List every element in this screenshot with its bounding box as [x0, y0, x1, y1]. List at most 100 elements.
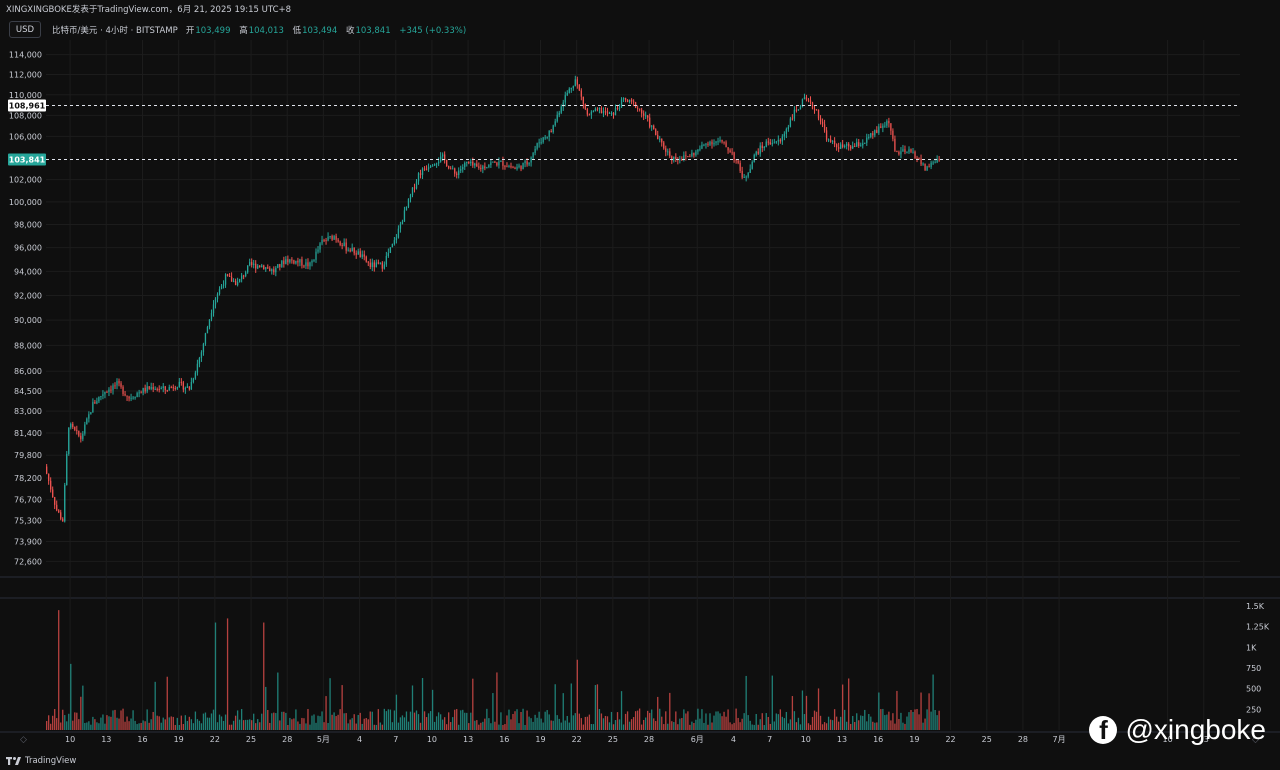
price-chart[interactable]: 72,600 73,900 75,300 76,700 78,200 79,800 81,4…	[0, 0, 1280, 770]
candle-body	[854, 146, 856, 148]
candle-body	[578, 84, 580, 91]
volume-bar	[174, 724, 176, 730]
x-tick-label: 22	[572, 735, 582, 744]
volume-bar	[936, 715, 938, 730]
candle-body	[152, 387, 154, 390]
volume-bar	[914, 709, 916, 730]
volume-bar	[548, 714, 550, 730]
volume-bar	[514, 711, 516, 730]
x-tick-label: 4	[357, 735, 362, 744]
candle-body	[359, 251, 361, 258]
candle-body	[476, 163, 478, 167]
volume-bar	[689, 724, 691, 730]
candle-body	[729, 150, 731, 153]
candle-body	[928, 166, 930, 168]
volume-tick-label: 1.5K	[1246, 602, 1265, 611]
volume-bar	[482, 721, 484, 730]
candle-body	[353, 247, 355, 254]
candle-body	[180, 381, 182, 383]
candle-body	[226, 274, 229, 277]
candle-body	[566, 92, 568, 96]
candle-body	[888, 121, 890, 124]
candle-body	[132, 397, 134, 399]
volume-bar	[154, 681, 156, 730]
volume-bar	[126, 716, 128, 730]
candle-body	[757, 151, 759, 154]
volume-bar	[168, 717, 170, 730]
candle-body	[462, 167, 464, 170]
volume-bar	[614, 720, 617, 730]
volume-bar	[878, 692, 880, 730]
candle-body	[522, 162, 524, 170]
candle-body	[763, 146, 765, 149]
y-tick-label: 75,300	[14, 516, 42, 525]
volume-bar	[846, 721, 848, 730]
volume-bar	[685, 713, 687, 730]
volume-bar	[723, 711, 725, 730]
candle-body	[347, 249, 349, 251]
volume-bar	[216, 722, 219, 730]
volume-bar	[383, 708, 386, 730]
volume-bar	[496, 672, 498, 730]
candle-body	[719, 139, 721, 142]
volume-bar	[444, 717, 446, 730]
candle-body	[721, 139, 723, 142]
volume-bar	[98, 723, 100, 730]
volume-bar	[476, 720, 478, 730]
volume-bar	[926, 709, 928, 730]
candle-body	[92, 402, 94, 413]
candle-body	[651, 125, 653, 127]
volume-bar	[876, 722, 878, 730]
volume-bar	[90, 724, 92, 730]
candle-body	[279, 264, 281, 267]
volume-bar	[88, 721, 90, 730]
volume-bar	[329, 678, 331, 730]
volume-bar	[854, 722, 856, 730]
volume-bar	[747, 715, 749, 730]
volume-bar	[249, 719, 251, 730]
volume-bar	[317, 715, 319, 730]
volume-bar	[255, 723, 257, 730]
price-level-label: 108,961	[9, 101, 46, 110]
candle-body	[896, 150, 898, 152]
volume-bar	[236, 710, 239, 730]
candle-body	[48, 473, 50, 481]
volume-bar	[673, 722, 675, 730]
volume-bar	[319, 716, 321, 730]
volume-bar	[391, 722, 394, 730]
volume-bar	[815, 711, 818, 730]
volume-bar	[373, 724, 375, 730]
volume-bar	[544, 711, 546, 730]
volume-bar	[178, 724, 180, 730]
volume-bar	[745, 675, 747, 730]
volume-bar	[759, 719, 761, 730]
volume-bar	[817, 688, 820, 730]
volume-bar	[512, 713, 514, 730]
volume-bar	[263, 622, 265, 730]
volume-bar	[66, 721, 68, 730]
candle-body	[932, 162, 934, 164]
volume-bar	[594, 685, 597, 730]
candle-body	[337, 239, 339, 242]
volume-bar	[456, 709, 458, 730]
candle-body	[341, 245, 343, 247]
candle-body	[214, 298, 217, 305]
candle-body	[892, 130, 894, 139]
candle-body	[749, 168, 751, 173]
candle-body	[222, 284, 225, 286]
volume-bar	[498, 724, 500, 730]
y-tick-label: 86,000	[14, 367, 42, 376]
volume-bar	[439, 714, 442, 730]
candle-body	[908, 149, 910, 152]
candle-body	[441, 154, 444, 157]
x-tick-label: 7月	[1053, 735, 1066, 744]
candle-body	[645, 115, 647, 117]
candle-body	[212, 304, 215, 314]
candle-body	[643, 113, 645, 116]
volume-bar	[882, 708, 884, 730]
volume-bar	[421, 678, 424, 730]
candle-body	[900, 151, 902, 155]
candle-body	[255, 263, 257, 269]
volume-bar	[825, 723, 828, 730]
volume-bar	[369, 711, 371, 730]
